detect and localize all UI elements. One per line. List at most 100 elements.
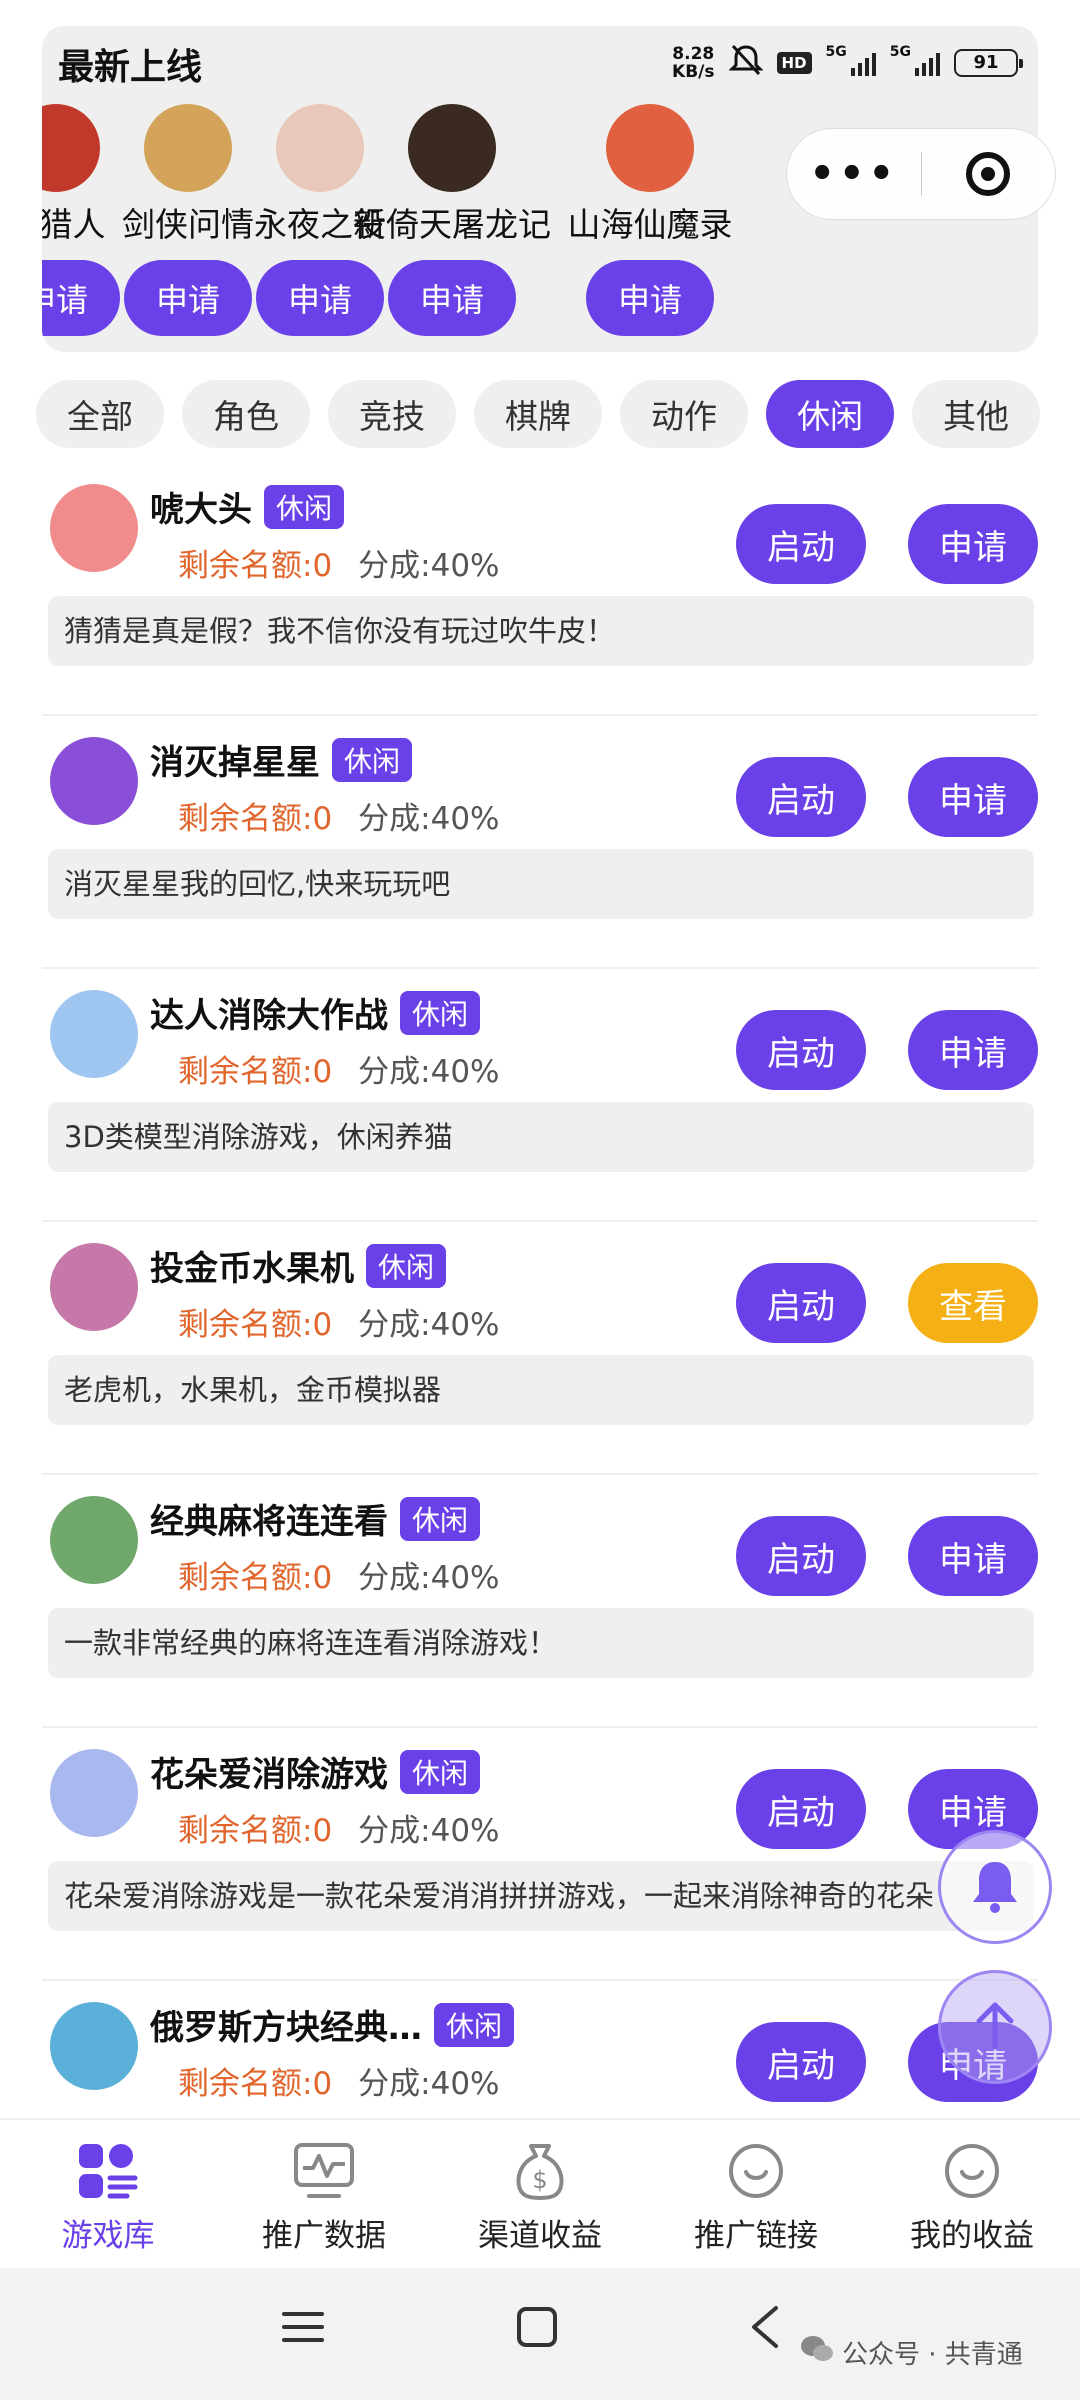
tab-category[interactable]: 角色 [182,380,310,448]
back-icon[interactable] [746,2304,786,2354]
game-icon [50,1496,138,1584]
start-button[interactable]: 启动 [736,504,866,584]
net-speed: 8.28 KB/s [672,43,715,82]
tab-category[interactable]: 动作 [620,380,748,448]
view-button[interactable]: 查看 [908,1263,1038,1343]
game-name: 俄罗斯方块经典… [150,2008,422,2048]
notification-bell-button[interactable] [938,1830,1052,1944]
quota-line: 剩余名额:0 分成:40% [178,1046,500,1091]
revenue-share: 分成:40% [358,1054,500,1090]
nav-label: 游戏库 [61,2218,155,2254]
revenue-share: 分成:40% [358,801,500,837]
category-badge: 休闲 [264,484,345,529]
game-row: 达人消除大作战 休闲 剩余名额:0 分成:40% 启动 申请 3D类模型消除游戏，休闲养猫 [42,970,1038,1222]
game-row: 消灭掉星星 休闲剩余名额:0 分成:40% 启动 申请消灭星星我的回忆,快来玩玩吧 [42,717,1038,969]
game-icon [50,484,138,572]
tab-category[interactable]: 竞技 [328,380,456,448]
hd-badge: HD [776,51,812,74]
game-name: 投金币水果机 [150,1249,354,1289]
category-tabs: 全部 角色 竞技 棋牌 动作 休闲 其他 [36,380,1040,448]
game-avatar [408,104,496,192]
remaining-quota: 剩余名额:0 [178,2066,333,2102]
nav-label: 渠道收益 [478,2218,602,2254]
close-target-icon[interactable] [921,152,1055,196]
system-navigation-bar: 公众号 · 共青通 [0,2268,1080,2400]
game-icon [50,990,138,1078]
mini-program-capsule[interactable]: ••• [786,128,1056,220]
apply-button[interactable]: 申请 [908,757,1038,837]
smile-link-icon [723,2140,789,2202]
category-badge: 休闲 [400,990,481,1035]
tab-category[interactable]: 休闲 [766,380,894,448]
new-game-item[interactable]: 新倚天屠龙记 申请 [342,104,562,336]
nav-item[interactable]: 游戏库 [0,2120,216,2268]
game-row: 唬大头 休闲 剩余名额:0 分成:40% 启动 申请 猜猜是真是假？我不信你没有玩过吹牛皮！ [42,464,1038,716]
remaining-quota: 剩余名额:0 [178,1560,333,1596]
nav-item[interactable]: $ 渠道收益 [432,2120,648,2268]
quota-line: 剩余名额:0 分成:40% [178,1552,500,1597]
game-icon [50,737,138,825]
nav-label: 推广数据 [262,2218,386,2254]
quota-line: 剩余名额:0 分成:40% [178,1299,500,1344]
menu-icon[interactable] [280,2304,326,2354]
category-badge: 休闲 [400,1749,481,1794]
game-library-icon [75,2140,141,2202]
game-icon [50,2002,138,2090]
tab-category[interactable]: 全部 [36,380,164,448]
game-name: 花朵爱消除游戏 [150,1755,388,1795]
nav-item[interactable]: 推广链接 [648,2120,864,2268]
category-badge: 休闲 [332,737,413,782]
home-icon[interactable] [514,2304,560,2354]
start-button[interactable]: 启动 [736,757,866,837]
nav-item[interactable]: 我的收益 [864,2120,1080,2268]
start-button[interactable]: 启动 [736,1263,866,1343]
quota-line: 剩余名额:0 分成:40% [178,540,500,585]
apply-button[interactable]: 申请 [908,1010,1038,1090]
game-description: 花朵爱消除游戏是一款花朵爱消消拼拼游戏，一起来消除神奇的花朵 [48,1861,1034,1931]
section-title: 最新上线 [58,47,203,88]
start-button[interactable]: 启动 [736,2022,866,2102]
more-icon[interactable]: ••• [787,151,921,197]
game-description: 消灭星星我的回忆,快来玩玩吧 [48,849,1034,919]
nav-item[interactable]: 推广数据 [216,2120,432,2268]
game-name: 唬大头 [150,490,252,530]
arrow-up-icon [967,1997,1023,2057]
game-icon [50,1749,138,1837]
game-title-line: 唬大头 休闲 [150,482,345,531]
apply-button[interactable]: 申请 [388,260,516,336]
apply-button[interactable]: 申请 [908,1516,1038,1596]
revenue-share: 分成:40% [358,548,500,584]
stats-monitor-icon [291,2140,357,2202]
game-title-line: 俄罗斯方块经典… 休闲 [150,2000,515,2049]
game-icon [50,1243,138,1331]
new-game-item[interactable]: 山海仙魔录 申请 [540,104,760,336]
mute-icon [727,44,764,81]
start-button[interactable]: 启动 [736,1516,866,1596]
remaining-quota: 剩余名额:0 [178,548,333,584]
battery-icon: 91 [954,48,1023,77]
bell-icon [968,1856,1022,1918]
signal-icon [915,50,940,76]
wechat-icon [800,2334,834,2371]
game-title-line: 花朵爱消除游戏 休闲 [150,1747,481,1796]
remaining-quota: 剩余名额:0 [178,801,333,837]
game-name: 消灭掉星星 [150,743,320,783]
start-button[interactable]: 启动 [736,1769,866,1849]
game-description: 3D类模型消除游戏，休闲养猫 [48,1102,1034,1172]
quota-line: 剩余名额:0 分成:40% [178,2058,500,2103]
tab-category[interactable]: 棋牌 [474,380,602,448]
game-description: 一款非常经典的麻将连连看消除游戏！ [48,1608,1034,1678]
remaining-quota: 剩余名额:0 [178,1307,333,1343]
money-bag-icon: $ [507,2140,573,2202]
tab-category[interactable]: 其他 [912,380,1040,448]
watermark: 公众号 · 共青通 [800,2334,1023,2371]
game-title-line: 投金币水果机 休闲 [150,1241,447,1290]
start-button[interactable]: 启动 [736,1010,866,1090]
back-to-top-button[interactable] [938,1970,1052,2084]
game-title-line: 经典麻将连连看 休闲 [150,1494,481,1543]
revenue-share: 分成:40% [358,1813,500,1849]
apply-button[interactable]: 申请 [908,504,1038,584]
category-badge: 休闲 [434,2002,515,2047]
apply-button[interactable]: 申请 [586,260,714,336]
game-title-line: 消灭掉星星 休闲 [150,735,413,784]
